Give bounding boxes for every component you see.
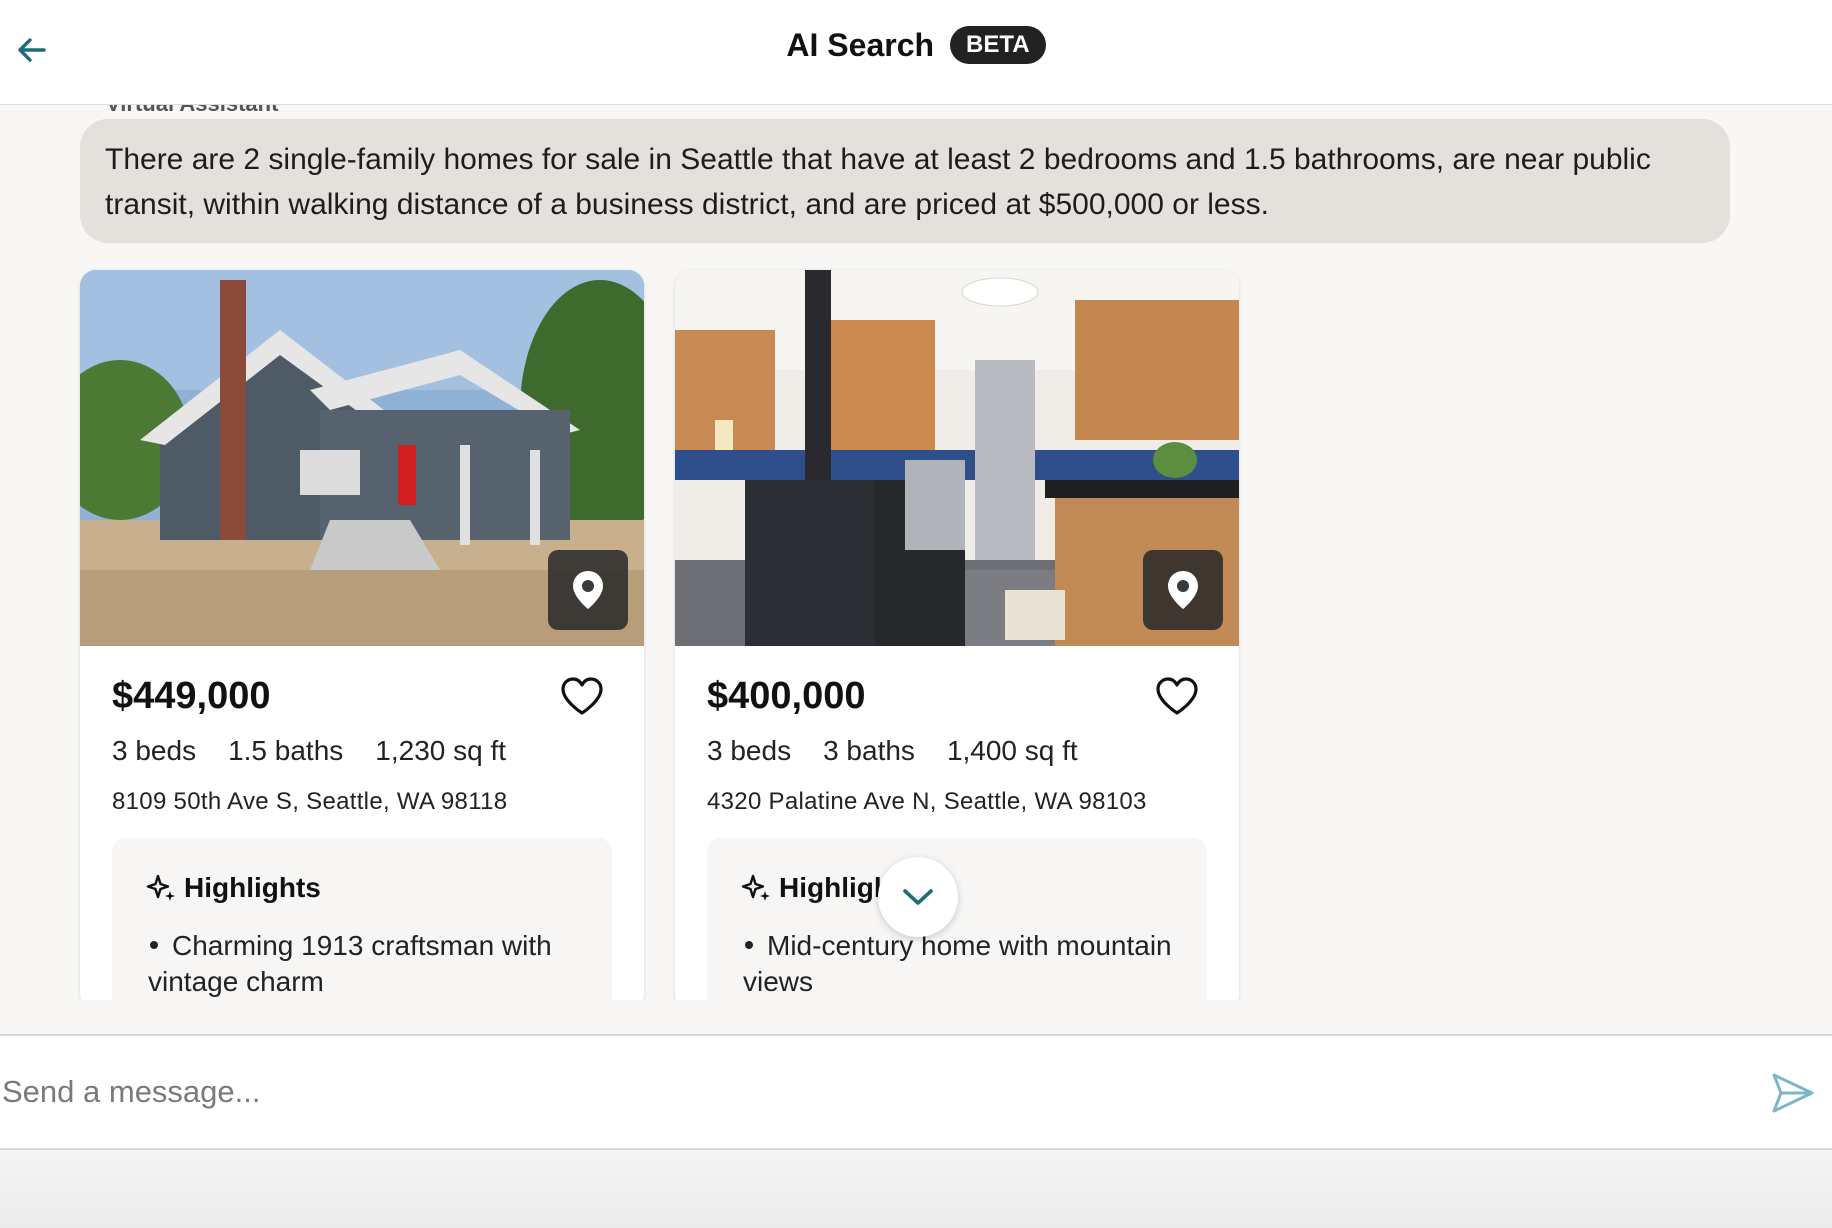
map-pin-button[interactable]: [1143, 550, 1223, 630]
listing-sqft: 1,230 sq ft: [375, 735, 507, 766]
scroll-down-button[interactable]: [878, 857, 958, 937]
page-title-group: AI Search BETA: [0, 26, 1832, 64]
bullet-icon: [745, 940, 753, 949]
highlight-item: Mid-century home with mountain views: [743, 928, 1183, 1000]
highlight-item: Charming 1913 craftsman with vintage cha…: [148, 928, 588, 1000]
chevron-down-icon: [903, 889, 933, 905]
favorite-button[interactable]: [558, 672, 606, 720]
highlight-text: Mid-century home with mountain views: [743, 930, 1172, 997]
listing-card[interactable]: $449,000 3 beds 1.5 baths 1,230 sq ft 81…: [80, 270, 644, 1000]
map-pin-button[interactable]: [548, 550, 628, 630]
message-input[interactable]: [0, 1036, 1740, 1148]
sparkle-icon: [741, 874, 770, 901]
heart-icon: [561, 677, 603, 715]
listing-stats: 3 beds 1.5 baths 1,230 sq ft: [112, 735, 506, 767]
bullet-icon: [150, 940, 158, 949]
page-title: AI Search: [786, 26, 935, 63]
listing-price: $400,000: [707, 675, 866, 717]
listing-photo[interactable]: [80, 270, 644, 646]
listing-beds: 3 beds: [112, 735, 197, 766]
listing-baths: 3 baths: [823, 735, 915, 766]
sparkle-icon: [146, 874, 175, 901]
send-button[interactable]: [1768, 1070, 1818, 1116]
listing-sqft: 1,400 sq ft: [946, 735, 1078, 766]
listing-stats: 3 beds 3 baths 1,400 sq ft: [707, 735, 1078, 767]
bottom-bar: [0, 1150, 1832, 1228]
message-composer: [0, 1034, 1832, 1150]
listing-price: $449,000: [112, 675, 271, 717]
highlights-heading: Highlights: [146, 872, 321, 904]
map-pin-icon: [1168, 571, 1198, 609]
listing-baths: 1.5 baths: [228, 735, 344, 766]
map-pin-icon: [573, 571, 603, 609]
favorite-button[interactable]: [1153, 672, 1201, 720]
heart-icon: [1156, 677, 1198, 715]
listing-beds: 3 beds: [707, 735, 792, 766]
app-header: AI Search BETA: [0, 0, 1832, 105]
listing-address: 8109 50th Ave S, Seattle, WA 98118: [112, 788, 508, 815]
highlight-text: Charming 1913 craftsman with vintage cha…: [148, 930, 552, 997]
highlights-panel: Highlights Mid-century home with mountai…: [707, 838, 1207, 1000]
assistant-message: There are 2 single-family homes for sale…: [80, 119, 1730, 243]
highlights-title: Highlights: [184, 872, 321, 903]
highlights-panel: Highlights Charming 1913 craftsman with …: [112, 838, 612, 1000]
listing-address: 4320 Palatine Ave N, Seattle, WA 98103: [707, 788, 1147, 815]
assistant-sender-label: Virtual Assistant: [106, 105, 278, 117]
beta-badge: BETA: [950, 26, 1046, 64]
listing-photo[interactable]: [675, 270, 1239, 646]
send-icon: [1772, 1073, 1814, 1113]
